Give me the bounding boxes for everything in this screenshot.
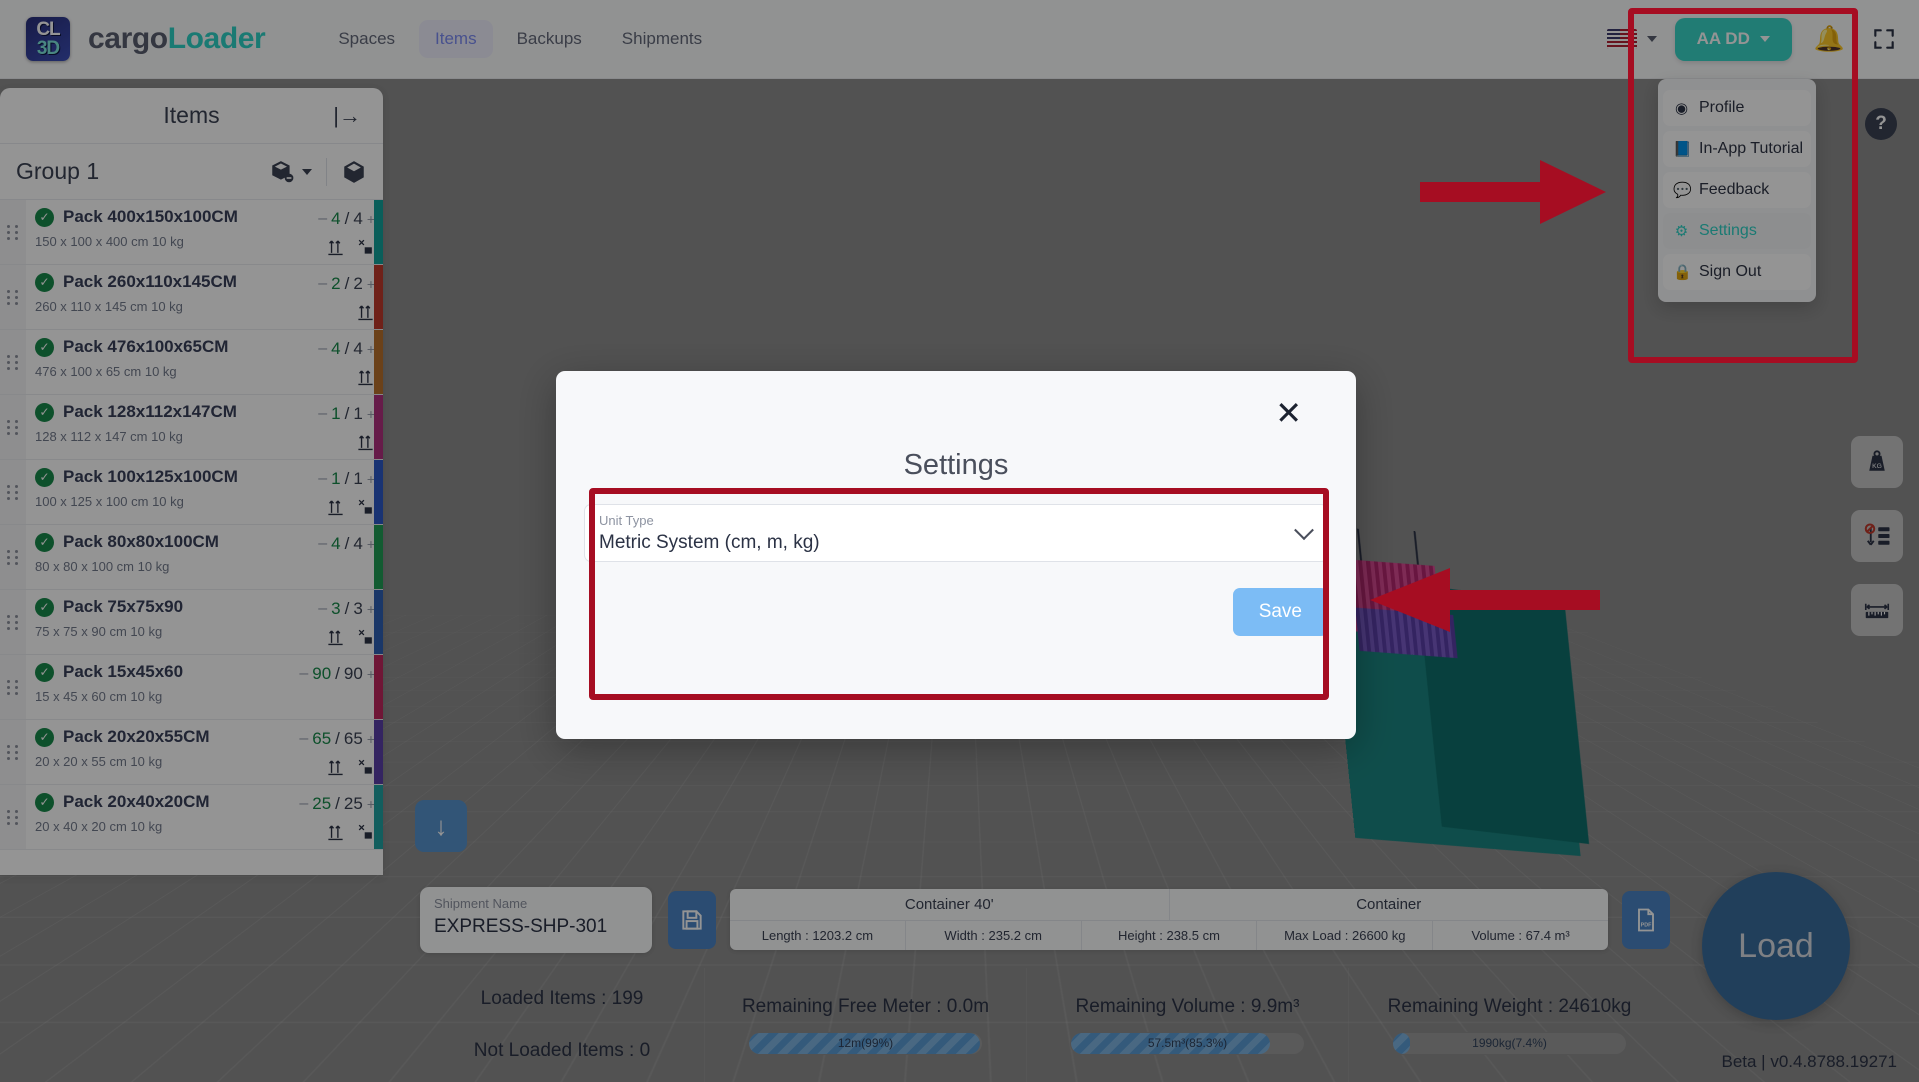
close-icon[interactable]: ✕ xyxy=(1275,397,1302,429)
save-button[interactable]: Save xyxy=(1232,588,1328,636)
unit-type-select[interactable]: Unit Type Metric System (cm, m, kg) xyxy=(584,504,1328,562)
modal-footer: Save xyxy=(556,562,1356,636)
settings-modal: ✕ Settings Unit Type Metric System (cm, … xyxy=(556,371,1356,739)
app-root: CL 3D cargoLoader Spaces Items Backups S… xyxy=(0,0,1919,1082)
unit-type-value: Metric System (cm, m, kg) xyxy=(599,532,820,553)
unit-type-label: Unit Type xyxy=(599,513,654,528)
modal-body: Unit Type Metric System (cm, m, kg) xyxy=(556,482,1356,562)
modal-title: Settings xyxy=(903,449,1009,481)
